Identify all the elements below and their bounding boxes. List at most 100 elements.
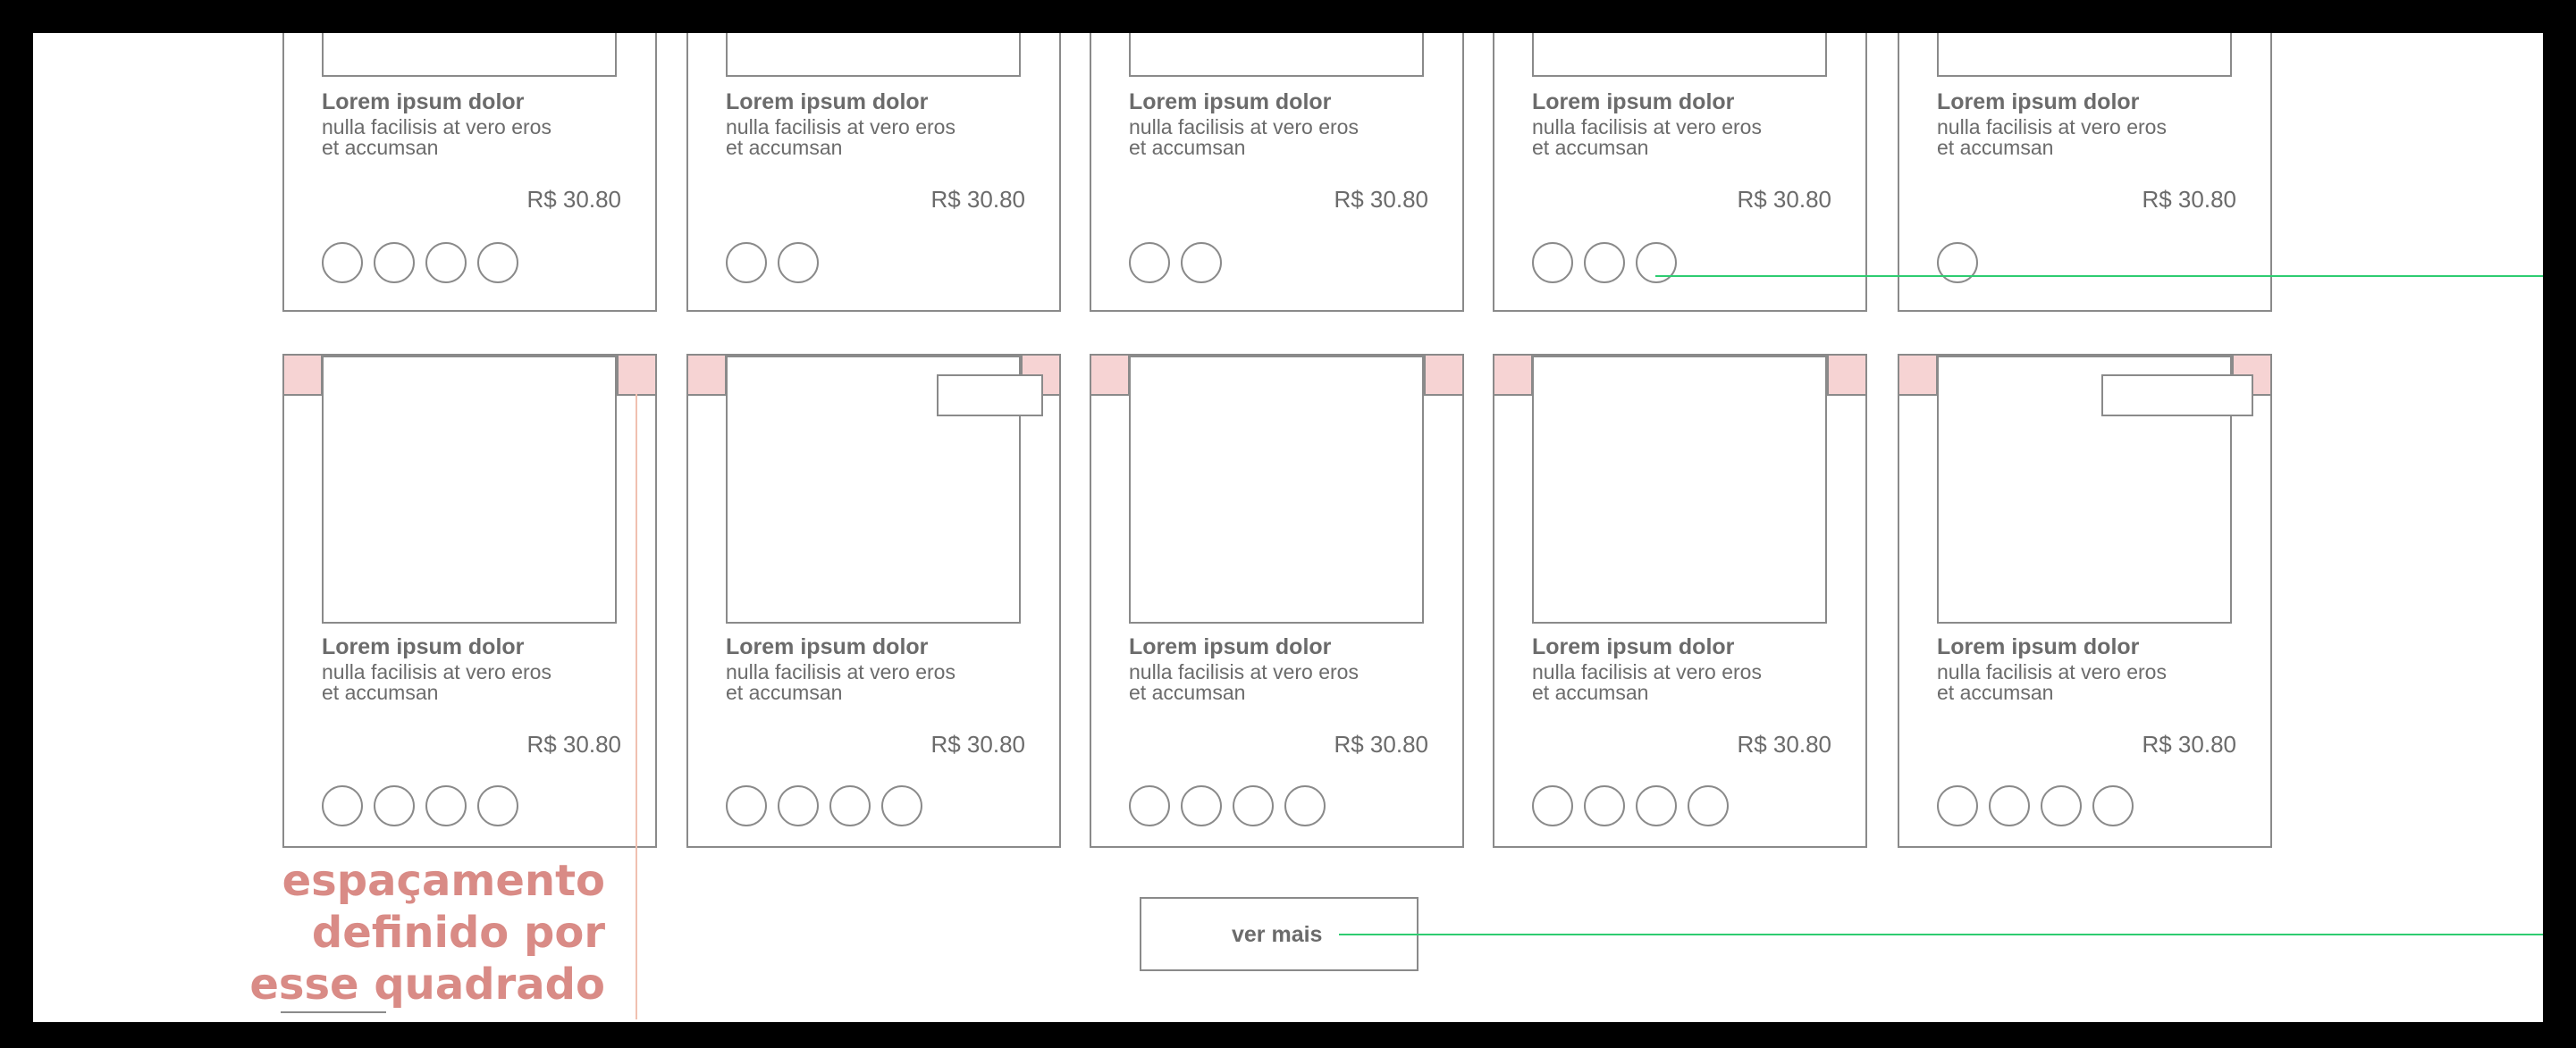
product-price: R$ 30.80 [1737, 731, 1831, 758]
color-swatch[interactable] [1688, 785, 1729, 826]
padding-marker [617, 354, 657, 396]
color-swatches [726, 785, 922, 826]
color-swatches [726, 242, 819, 283]
padding-marker [686, 354, 727, 396]
color-swatch[interactable] [322, 785, 363, 826]
product-image [322, 356, 617, 624]
product-image [1532, 33, 1827, 77]
product-tag [2101, 374, 2253, 416]
color-swatch[interactable] [1989, 785, 2030, 826]
annotation-connector-line [1655, 275, 2543, 277]
color-swatch[interactable] [1181, 242, 1222, 283]
product-card[interactable]: Lorem ipsum dolor nulla facilisis at ver… [686, 33, 1061, 312]
color-swatch[interactable] [1584, 785, 1625, 826]
product-price: R$ 30.80 [930, 731, 1025, 758]
color-swatch[interactable] [374, 785, 415, 826]
color-swatch[interactable] [1129, 785, 1170, 826]
color-swatch[interactable] [2092, 785, 2134, 826]
product-description: nulla facilisis at vero eros et accumsan [726, 115, 955, 159]
padding-marker [1827, 354, 1867, 396]
product-card[interactable]: Lorem ipsum dolor nulla facilisis at ver… [686, 354, 1061, 848]
color-swatches [322, 785, 518, 826]
color-swatch[interactable] [374, 242, 415, 283]
product-title: Lorem ipsum dolor [1129, 634, 1332, 659]
product-image [726, 33, 1021, 77]
color-swatch[interactable] [425, 242, 467, 283]
product-description: nulla facilisis at vero eros et accumsan [1129, 660, 1359, 704]
product-card[interactable]: Lorem ipsum dolor nulla facilisis at ver… [1898, 33, 2272, 312]
load-more-label: ver mais [1232, 922, 1323, 947]
spacing-annotation: espaçamento definido por esse quadrado [249, 856, 605, 1010]
product-card[interactable]: Lorem ipsum dolor nulla facilisis at ver… [1090, 33, 1464, 312]
product-card[interactable]: Lorem ipsum dolor nulla facilisis at ver… [282, 354, 657, 848]
color-swatch[interactable] [778, 242, 819, 283]
product-title: Lorem ipsum dolor [1532, 89, 1735, 114]
color-swatch[interactable] [477, 242, 518, 283]
color-swatch[interactable] [1937, 242, 1978, 283]
product-price: R$ 30.80 [1334, 186, 1428, 213]
product-description: nulla facilisis at vero eros et accumsan [1532, 660, 1762, 704]
product-image [1532, 356, 1827, 624]
product-title: Lorem ipsum dolor [726, 89, 929, 114]
product-price: R$ 30.80 [526, 731, 621, 758]
color-swatches [1532, 785, 1729, 826]
product-card[interactable]: Lorem ipsum dolor nulla facilisis at ver… [1493, 33, 1867, 312]
color-swatches [1937, 242, 1978, 283]
product-description: nulla facilisis at vero eros et accumsan [1937, 115, 2167, 159]
product-tag [937, 374, 1043, 416]
product-description: nulla facilisis at vero eros et accumsan [322, 115, 551, 159]
product-title: Lorem ipsum dolor [1129, 89, 1332, 114]
product-title: Lorem ipsum dolor [1937, 634, 2140, 659]
color-swatch[interactable] [1532, 785, 1573, 826]
spacing-guide-line [636, 394, 637, 1019]
product-card[interactable]: Lorem ipsum dolor nulla facilisis at ver… [1493, 354, 1867, 848]
color-swatches [1129, 242, 1222, 283]
color-swatch[interactable] [1129, 242, 1170, 283]
color-swatch[interactable] [1584, 242, 1625, 283]
color-swatch[interactable] [1636, 785, 1677, 826]
wireframe-canvas: Lorem ipsum dolor nulla facilisis at ver… [33, 33, 2543, 1022]
color-swatch[interactable] [881, 785, 922, 826]
annotation-connector-line [1339, 934, 2543, 935]
product-price: R$ 30.80 [526, 186, 621, 213]
annotation-underline [281, 1011, 386, 1013]
color-swatch[interactable] [477, 785, 518, 826]
color-swatch[interactable] [1532, 242, 1573, 283]
product-image [322, 33, 617, 77]
padding-marker [1424, 354, 1464, 396]
product-card[interactable]: Lorem ipsum dolor nulla facilisis at ver… [1090, 354, 1464, 848]
product-title: Lorem ipsum dolor [1532, 634, 1735, 659]
product-price: R$ 30.80 [2142, 186, 2236, 213]
product-card[interactable]: Lorem ipsum dolor nulla facilisis at ver… [282, 33, 657, 312]
color-swatch[interactable] [1937, 785, 1978, 826]
product-description: nulla facilisis at vero eros et accumsan [1129, 115, 1359, 159]
product-image [1129, 33, 1424, 77]
color-swatch[interactable] [1284, 785, 1326, 826]
product-image [1129, 356, 1424, 624]
color-swatch[interactable] [1233, 785, 1274, 826]
product-price: R$ 30.80 [1737, 186, 1831, 213]
color-swatches [1129, 785, 1326, 826]
color-swatch[interactable] [726, 242, 767, 283]
product-description: nulla facilisis at vero eros et accumsan [322, 660, 551, 704]
product-title: Lorem ipsum dolor [726, 634, 929, 659]
color-swatch[interactable] [829, 785, 871, 826]
color-swatch[interactable] [322, 242, 363, 283]
padding-marker [1493, 354, 1533, 396]
product-image [1937, 33, 2232, 77]
color-swatches [1937, 785, 2134, 826]
color-swatch[interactable] [778, 785, 819, 826]
color-swatch[interactable] [726, 785, 767, 826]
color-swatch[interactable] [2041, 785, 2082, 826]
color-swatch[interactable] [1636, 242, 1677, 283]
product-description: nulla facilisis at vero eros et accumsan [726, 660, 955, 704]
color-swatch[interactable] [1181, 785, 1222, 826]
product-title: Lorem ipsum dolor [322, 89, 525, 114]
color-swatch[interactable] [425, 785, 467, 826]
product-price: R$ 30.80 [1334, 731, 1428, 758]
padding-marker [1898, 354, 1938, 396]
product-card[interactable]: Lorem ipsum dolor nulla facilisis at ver… [1898, 354, 2272, 848]
product-description: nulla facilisis at vero eros et accumsan [1532, 115, 1762, 159]
product-price: R$ 30.80 [930, 186, 1025, 213]
product-title: Lorem ipsum dolor [322, 634, 525, 659]
